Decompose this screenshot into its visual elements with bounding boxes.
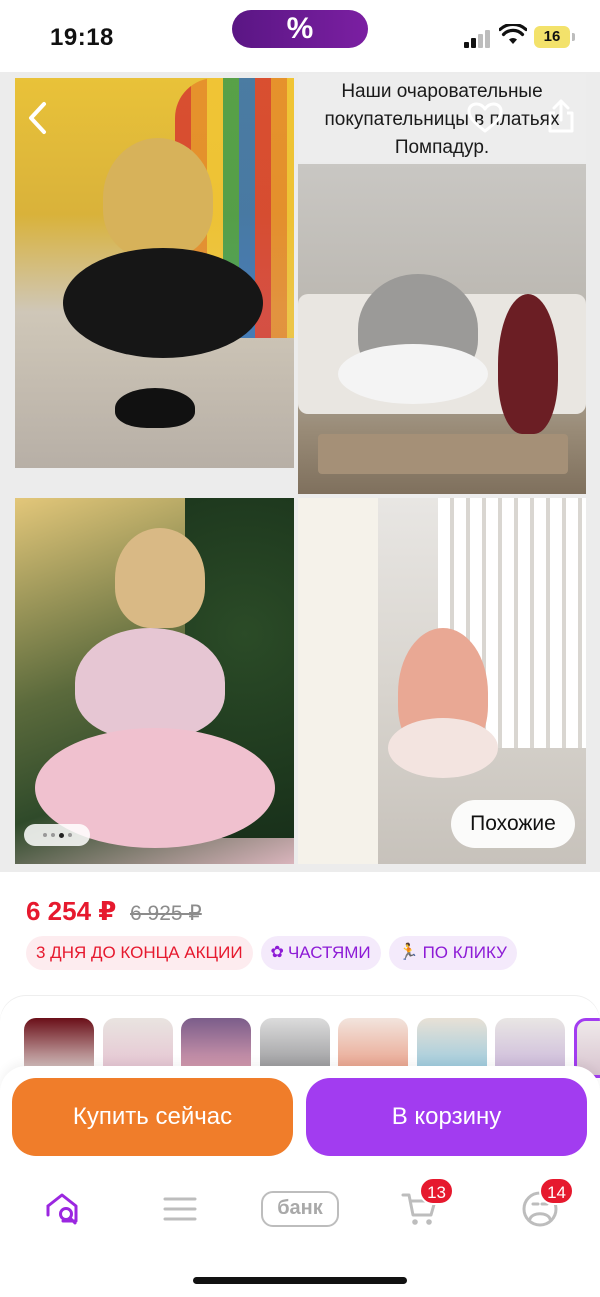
- page-dot-active: [58, 832, 64, 838]
- bank-label: банк: [261, 1191, 339, 1227]
- home-search-icon: [46, 1193, 78, 1225]
- nav-catalog[interactable]: [152, 1183, 208, 1235]
- nav-home[interactable]: [34, 1183, 90, 1235]
- promo-badges: 3 ДНЯ ДО КОНЦА АКЦИИ ✿ ЧАСТЯМИ 🏃 ПО КЛИК…: [26, 936, 517, 970]
- status-time: 19:18: [50, 24, 114, 51]
- nav-bank[interactable]: банк: [256, 1183, 344, 1235]
- tulle-skirt: [388, 718, 498, 778]
- page-dot: [50, 833, 55, 837]
- heart-icon: [467, 102, 503, 133]
- flower-wall: [298, 498, 378, 864]
- runner-icon: 🏃: [398, 944, 419, 961]
- nav-profile[interactable]: 14: [512, 1177, 574, 1235]
- gallery-pagination: [24, 824, 90, 846]
- buy-now-button[interactable]: Купить сейчас: [12, 1078, 293, 1156]
- page-dot: [42, 833, 47, 837]
- shoes: [115, 388, 195, 428]
- add-to-cart-button[interactable]: В корзину: [306, 1078, 587, 1156]
- cart-count-badge: 13: [419, 1177, 454, 1205]
- favorite-button[interactable]: [463, 96, 507, 140]
- product-photo-pink-dress[interactable]: [15, 498, 294, 864]
- status-bar: 19:18 % 16: [0, 0, 600, 72]
- rug: [318, 434, 568, 474]
- badge-label: ЧАСТЯМИ: [287, 943, 371, 962]
- tulle-skirt: [338, 344, 488, 404]
- wifi-icon: [499, 24, 527, 44]
- profile-count-badge: 14: [539, 1177, 574, 1205]
- product-gallery[interactable]: Наши очаровательные покупательницы в пла…: [0, 72, 600, 872]
- nav-cart[interactable]: 13: [392, 1177, 454, 1235]
- current-price: 6 254 ₽: [26, 896, 117, 926]
- similar-button[interactable]: Похожие: [451, 800, 575, 848]
- girl-figure: [103, 138, 213, 258]
- home-indicator: [193, 1277, 407, 1284]
- back-button[interactable]: [16, 96, 60, 140]
- share-icon: [548, 99, 574, 133]
- price-section: 6 254 ₽ 6 925 ₽ 3 ДНЯ ДО КОНЦА АКЦИИ ✿ Ч…: [0, 872, 600, 1002]
- badge-label: ПО КЛИКУ: [422, 943, 507, 962]
- purchase-actions: Купить сейчас В корзину: [0, 1066, 600, 1169]
- cellular-signal-icon: [464, 28, 492, 48]
- pink-dress-bodice: [75, 628, 225, 738]
- badge-sale-deadline[interactable]: 3 ДНЯ ДО КОНЦА АКЦИИ: [26, 936, 253, 970]
- tulle-skirt: [63, 248, 263, 358]
- boy-figure: [498, 294, 558, 434]
- badge-label: 3 ДНЯ ДО КОНЦА АКЦИИ: [36, 943, 243, 962]
- battery-indicator: 16: [534, 26, 575, 48]
- page-dot: [67, 833, 72, 837]
- clover-icon: ✿: [270, 944, 284, 961]
- badge-one-click[interactable]: 🏃 ПО КЛИКУ: [388, 936, 517, 970]
- old-price: 6 925 ₽: [130, 902, 202, 925]
- menu-icon: [163, 1197, 197, 1221]
- product-photo-silver-dress[interactable]: [298, 164, 586, 494]
- girl-hair: [115, 528, 205, 628]
- share-button[interactable]: [539, 94, 583, 138]
- bottom-navigation: банк 13 14: [0, 1169, 600, 1297]
- promo-pill[interactable]: %: [232, 10, 368, 48]
- chevron-left-icon: [29, 102, 46, 134]
- badge-installments[interactable]: ✿ ЧАСТЯМИ: [260, 936, 381, 970]
